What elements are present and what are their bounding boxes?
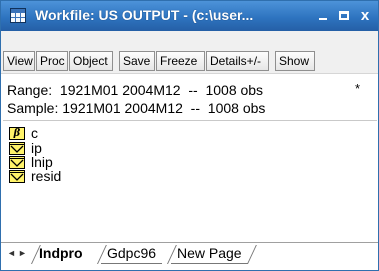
range-line[interactable]: Range: 1921M01 2004M12 -- 1008 obs xyxy=(7,82,263,98)
maximize-button[interactable] xyxy=(336,7,352,24)
tab-scroll-right-icon[interactable]: ► xyxy=(18,248,27,258)
save-button[interactable]: Save xyxy=(119,51,155,71)
view-button[interactable]: View xyxy=(3,51,35,71)
close-icon: x xyxy=(360,7,370,24)
window-title: Workfile: US OUTPUT - (c:\user... xyxy=(35,7,254,23)
sample-line[interactable]: Sample: 1921M01 2004M12 -- 1008 obs xyxy=(7,100,265,116)
coefficient-icon: β xyxy=(9,127,25,140)
series-icon xyxy=(9,170,25,183)
minimize-button[interactable] xyxy=(315,7,331,24)
proc-button[interactable]: Proc xyxy=(36,51,68,71)
tab-new-page[interactable]: New Page xyxy=(171,245,248,264)
list-item-resid[interactable]: resid xyxy=(9,168,209,184)
object-button[interactable]: Object xyxy=(69,51,113,71)
list-item-c[interactable]: β c xyxy=(9,125,209,141)
divider xyxy=(3,120,377,121)
tab-indpro[interactable]: Indpro xyxy=(33,245,89,264)
close-button[interactable]: x xyxy=(357,7,373,24)
series-icon xyxy=(9,142,25,155)
modified-marker: * xyxy=(355,81,361,96)
minimize-icon xyxy=(319,18,327,20)
tab-gdpc96[interactable]: Gdpc96 xyxy=(101,245,163,264)
details-button[interactable]: Details+/- xyxy=(206,51,269,71)
object-name: c xyxy=(31,125,38,141)
maximize-icon xyxy=(339,11,349,20)
freeze-button[interactable]: Freeze xyxy=(156,51,205,71)
series-icon xyxy=(9,156,25,169)
workfile-window: Workfile: US OUTPUT - (c:\user... x View… xyxy=(0,0,379,271)
workfile-icon xyxy=(10,8,26,23)
show-button[interactable]: Show xyxy=(275,51,315,71)
title-bar[interactable]: Workfile: US OUTPUT - (c:\user... x xyxy=(1,1,378,31)
toolbar: View Proc Object Save Freeze Details+/- … xyxy=(1,31,378,74)
object-name: resid xyxy=(31,168,62,184)
tab-scroll-left-icon[interactable]: ◄ xyxy=(7,248,16,258)
page-tab-bar: ◄ ► Indpro Gdpc96 New Page xyxy=(1,242,378,270)
